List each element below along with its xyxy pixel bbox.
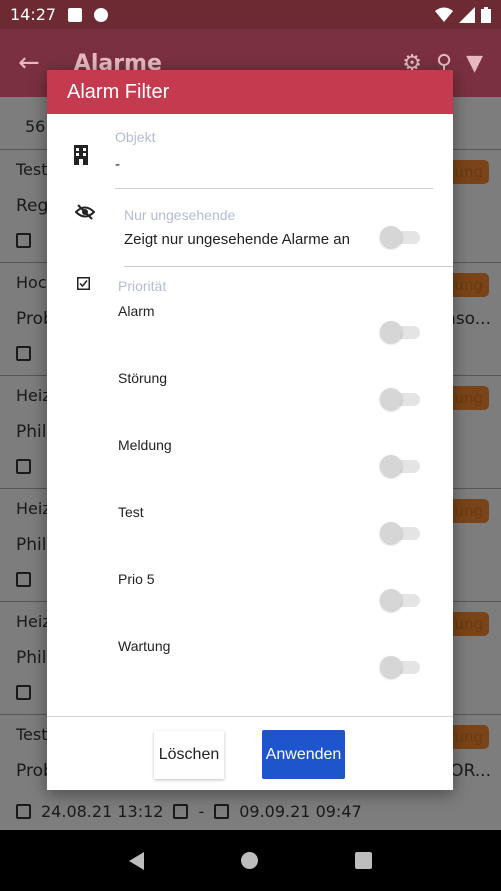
priority-stoerung-label: Störung	[118, 370, 168, 386]
apply-button[interactable]: Anwenden	[262, 730, 345, 779]
eye-off-icon	[75, 204, 95, 220]
priority-stoerung-toggle[interactable]	[380, 388, 420, 410]
priority-test-label: Test	[118, 504, 144, 520]
priority-wartung-label: Wartung	[118, 638, 171, 654]
list-item-title: Test	[16, 160, 48, 179]
checkbox-icon	[77, 277, 90, 290]
alarm-filter-dialog: Alarm Filter Objekt - Nur ungesehende Ze…	[47, 70, 453, 790]
dialog-title: Alarm Filter	[67, 80, 170, 103]
filter-icon[interactable]: ▼	[466, 51, 483, 76]
list-item-subtitle: Phil	[16, 422, 47, 442]
object-label: Objekt	[115, 129, 156, 145]
dialog-header: Alarm Filter	[47, 70, 453, 114]
alarm-date-range: 24.08.21 13:12 - 09.09.21 09:47	[0, 792, 501, 830]
system-nav-bar	[0, 830, 501, 891]
app-notification-icon	[94, 7, 109, 22]
priority-prio5-toggle[interactable]	[380, 589, 420, 611]
date-separator: -	[198, 801, 205, 821]
dialog-footer: Löschen Anwenden	[47, 716, 453, 790]
list-item-subtitle: Phil	[16, 535, 47, 555]
nav-back-icon[interactable]	[128, 851, 144, 870]
list-item-title: Test	[16, 725, 48, 744]
notification-icon	[68, 7, 83, 22]
battery-icon	[481, 6, 491, 23]
calendar-icon	[16, 233, 31, 248]
clear-button[interactable]: Löschen	[154, 731, 224, 779]
list-item-subtitle: Reg	[16, 196, 49, 216]
back-arrow-icon[interactable]: ←	[18, 48, 40, 78]
toggle-thumb	[380, 226, 402, 248]
priority-label: Priorität	[118, 278, 167, 294]
priority-wartung-toggle[interactable]	[380, 656, 420, 678]
alarm-count: 56	[25, 117, 46, 136]
toggle-thumb	[380, 656, 402, 678]
priority-alarm-toggle[interactable]	[380, 321, 420, 343]
toggle-thumb	[380, 522, 402, 544]
list-item-title: Hoc	[16, 273, 47, 292]
list-item-subtitle: Phil	[16, 648, 47, 668]
toggle-thumb	[380, 388, 402, 410]
toggle-thumb	[380, 455, 402, 477]
list-item-title: Heiz	[16, 386, 51, 405]
building-icon	[74, 145, 88, 165]
status-bar: 14:27	[0, 0, 501, 29]
date-end: 09.09.21 09:47	[239, 801, 362, 821]
list-item-title: Heiz	[16, 499, 51, 518]
priority-meldung-toggle[interactable]	[380, 455, 420, 477]
status-time: 14:27	[10, 5, 57, 24]
calendar-start-icon	[16, 803, 31, 819]
priority-meldung-label: Meldung	[118, 437, 172, 453]
unseen-description: Zeigt nur ungesehende Alarme an	[124, 231, 350, 248]
calendar-icon	[173, 803, 189, 819]
toggle-thumb	[380, 321, 402, 343]
object-field[interactable]: -	[115, 156, 120, 173]
list-item-title: Heiz	[16, 612, 51, 631]
calendar-icon	[16, 346, 31, 361]
date-start: 24.08.21 13:12	[41, 801, 164, 821]
toggle-thumb	[380, 589, 402, 611]
wifi-icon	[435, 7, 453, 22]
priority-test-toggle[interactable]	[380, 522, 420, 544]
calendar-end-icon	[214, 803, 230, 819]
unseen-underline	[124, 266, 453, 267]
calendar-icon	[16, 685, 31, 700]
signal-icon	[459, 6, 475, 23]
priority-prio5-label: Prio 5	[118, 571, 155, 587]
object-field-underline	[115, 188, 433, 189]
nav-home-icon[interactable]	[240, 852, 258, 869]
nav-recents-icon[interactable]	[355, 852, 373, 869]
unseen-label: Nur ungesehende	[124, 207, 236, 223]
calendar-icon	[16, 572, 31, 587]
unseen-toggle[interactable]	[380, 226, 420, 248]
calendar-icon	[16, 459, 31, 474]
priority-alarm-label: Alarm	[118, 303, 155, 319]
